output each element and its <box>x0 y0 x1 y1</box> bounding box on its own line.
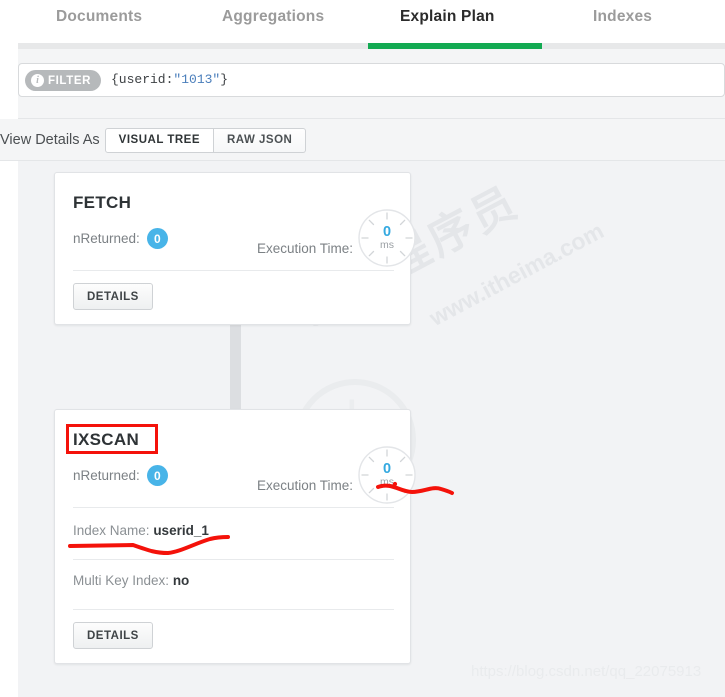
node-divider <box>73 609 394 610</box>
view-mode-visual-tree[interactable]: VISUAL TREE <box>104 127 214 153</box>
plan-node-ixscan[interactable]: IXSCAN nReturned: 0 Execution Time: 0 ms… <box>54 409 416 664</box>
plan-node-title: IXSCAN <box>73 430 140 449</box>
filter-badge-label: FILTER <box>48 74 91 87</box>
execution-time-stat: Execution Time: 0 ms <box>256 209 417 268</box>
filter-expression-prefix: {userid: <box>111 72 174 87</box>
view-mode-raw-json[interactable]: RAW JSON <box>214 127 307 153</box>
node-connector <box>230 325 241 409</box>
view-details-label: View Details As <box>0 132 100 148</box>
tab-explain-plan[interactable]: Explain Plan <box>400 8 495 38</box>
field-multi-key-index-key: Multi Key Index: <box>73 573 170 588</box>
field-multi-key-index-value: no <box>172 573 190 588</box>
node-divider <box>73 507 394 508</box>
tab-bar: Documents Aggregations Explain Plan Inde… <box>0 0 725 49</box>
plan-canvas: 黑马程序员 www.itheima.com ♯ FETCH nReturned:… <box>18 161 725 697</box>
tab-documents[interactable]: Documents <box>56 8 142 38</box>
info-icon: i <box>31 74 44 87</box>
field-index-name-value: userid_1 <box>153 523 209 538</box>
filter-badge[interactable]: i FILTER <box>25 70 101 91</box>
execution-time-unit: ms <box>380 239 394 251</box>
execution-time-value: 0 <box>382 224 392 240</box>
field-multi-key-index: Multi Key Index: no <box>73 573 189 588</box>
details-button[interactable]: DETAILS <box>73 622 153 649</box>
filter-expression-suffix: } <box>220 72 229 87</box>
explain-plan-screen: Documents Aggregations Explain Plan Inde… <box>0 0 725 697</box>
nreturned-stat: nReturned: 0 <box>73 465 168 486</box>
node-divider <box>73 559 394 560</box>
execution-time-stat: Execution Time: 0 ms <box>256 446 417 505</box>
execution-time-gauge: 0 ms <box>357 208 417 268</box>
watermark-footer-url: https://blog.csdn.net/qq_22075913 <box>471 663 702 680</box>
plan-node-title: FETCH <box>73 193 132 212</box>
tab-indexes[interactable]: Indexes <box>593 8 652 38</box>
node-divider <box>73 270 394 271</box>
plan-node-stats: nReturned: 0 Execution Time: 0 ms <box>73 209 416 267</box>
field-index-name-key: Index Name: <box>73 523 150 538</box>
filter-bar: i FILTER {userid:"1013"} <box>18 49 725 119</box>
nreturned-stat: nReturned: 0 <box>73 228 168 249</box>
execution-time-gauge: 0 ms <box>357 445 417 505</box>
nreturned-badge: 0 <box>146 465 168 486</box>
execution-time-unit: ms <box>380 476 394 488</box>
execution-time-value: 0 <box>382 461 392 477</box>
filter-expression: {userid:"1013"} <box>111 72 228 87</box>
nreturned-badge: 0 <box>146 228 168 249</box>
nreturned-label: nReturned: <box>73 468 140 483</box>
filter-expression-value: "1013" <box>173 72 221 87</box>
plan-node-fetch[interactable]: FETCH nReturned: 0 Execution Time: 0 ms … <box>54 172 416 325</box>
watermark-brand-url: www.itheima.com <box>424 217 608 331</box>
view-mode-toggle-group: VISUAL TREE RAW JSON <box>104 127 307 153</box>
field-index-name: Index Name: userid_1 <box>73 523 209 538</box>
filter-input[interactable]: i FILTER {userid:"1013"} <box>18 63 725 97</box>
details-button[interactable]: DETAILS <box>73 283 153 310</box>
view-details-toolbar: View Details As VISUAL TREE RAW JSON <box>0 119 725 161</box>
nreturned-label: nReturned: <box>73 231 140 246</box>
plan-node-stats: nReturned: 0 Execution Time: 0 ms <box>73 446 416 504</box>
execution-time-label: Execution Time: <box>256 477 353 493</box>
execution-time-label: Execution Time: <box>256 240 353 256</box>
tab-aggregations[interactable]: Aggregations <box>222 8 324 38</box>
